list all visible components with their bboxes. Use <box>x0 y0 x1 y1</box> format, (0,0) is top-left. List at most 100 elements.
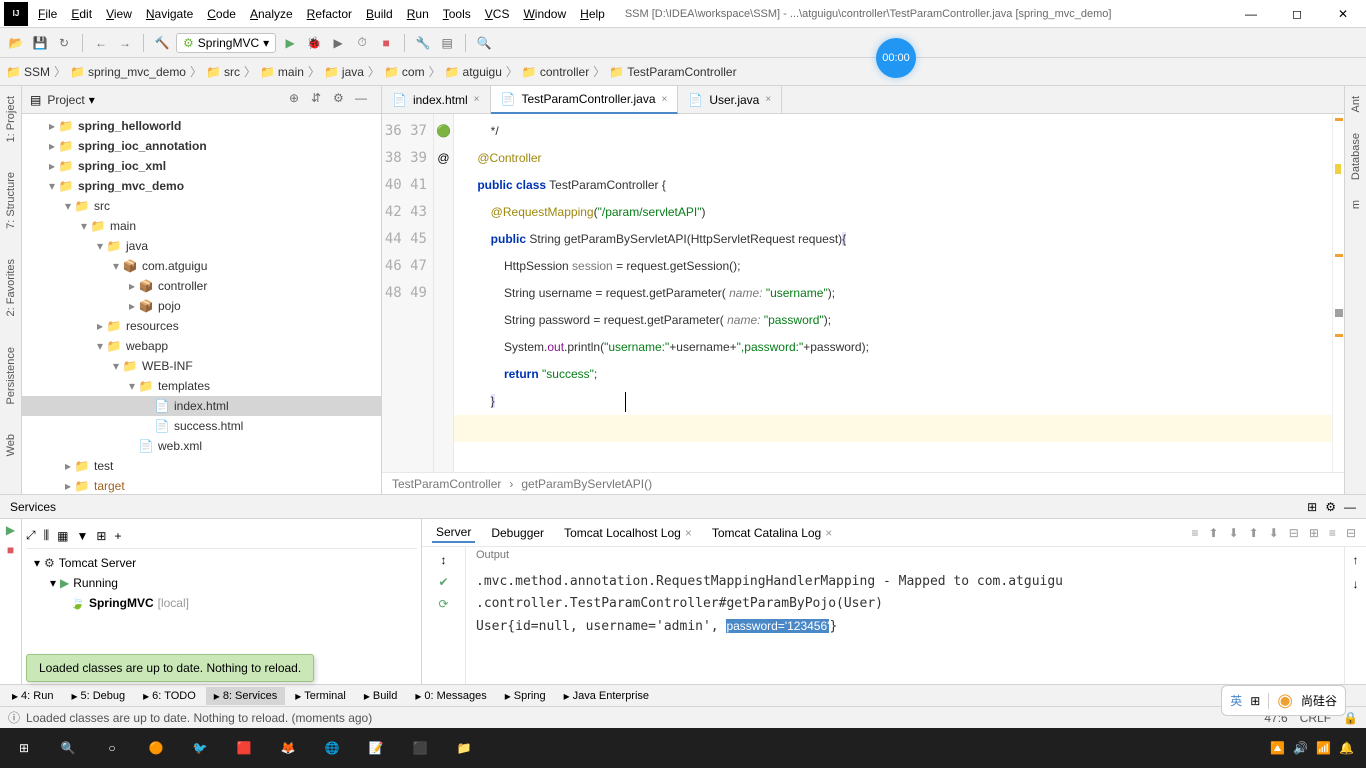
tool-tab[interactable]: Web <box>5 434 17 456</box>
menu-build[interactable]: Build <box>360 5 399 23</box>
layout-icon[interactable]: ⊞ <box>96 529 106 543</box>
editor-tabs[interactable]: 📄index.html×📄TestParamController.java×📄U… <box>382 86 1344 114</box>
bottom-tab[interactable]: ▸5: Debug <box>63 687 133 705</box>
bottom-tab[interactable]: ▸Terminal <box>287 687 354 705</box>
tree-node[interactable]: ▾📁templates <box>22 376 381 396</box>
reload-icon[interactable]: ⟳ <box>438 597 448 611</box>
toolbar-icon[interactable]: ⬇ <box>1269 526 1279 540</box>
nav-item[interactable]: 📁atguigu <box>445 65 502 79</box>
nav-item[interactable]: 📁controller <box>522 65 589 79</box>
tool-tab[interactable]: m <box>1350 200 1362 209</box>
firefox-icon[interactable]: 🦊 <box>268 728 308 768</box>
bottom-tool-tabs[interactable]: ▸4: Run▸5: Debug▸6: TODO▸8: Services▸Ter… <box>0 684 1366 706</box>
close-button[interactable]: ✕ <box>1320 0 1366 28</box>
tool-tab[interactable]: 1: Project <box>5 96 17 142</box>
tree-node[interactable]: ▾📁WEB-INF <box>22 356 381 376</box>
console-output[interactable]: .mvc.method.annotation.RequestMappingHan… <box>466 567 1344 684</box>
gear-icon[interactable]: ⊞ <box>1307 500 1317 514</box>
line-gutter[interactable]: 36 37 38 39 40 41 42 43 44 45 46 47 48 4… <box>382 114 434 472</box>
run-icon[interactable]: ▶ <box>280 33 300 53</box>
app-icon[interactable]: 🟠 <box>136 728 176 768</box>
run-config-selector[interactable]: ⚙ SpringMVC ▾ <box>176 33 276 53</box>
run-icon[interactable]: ▶ <box>6 523 15 537</box>
nav-item[interactable]: 📁SSM <box>6 65 50 79</box>
minimize-button[interactable]: — <box>1228 0 1274 28</box>
editor-breadcrumb[interactable]: TestParamController › getParamByServletA… <box>382 472 1344 494</box>
nav-item[interactable]: 📁spring_mvc_demo <box>70 65 186 79</box>
tree-node[interactable]: ▾📦com.atguigu <box>22 256 381 276</box>
app-icon[interactable]: 📝 <box>356 728 396 768</box>
code-editor[interactable]: */ @Controller public class TestParamCon… <box>454 114 1332 472</box>
tree-node[interactable]: ▾📁spring_mvc_demo <box>22 176 381 196</box>
tree-node[interactable]: ▸📦controller <box>22 276 381 296</box>
hide-icon[interactable]: — <box>1344 500 1356 514</box>
tree-node[interactable]: ▾📁main <box>22 216 381 236</box>
menu-vcs[interactable]: VCS <box>479 5 516 23</box>
menu-code[interactable]: Code <box>201 5 242 23</box>
toolbar-icon[interactable]: ≡ <box>1192 526 1199 540</box>
nav-item[interactable]: 📁main <box>260 65 304 79</box>
nav-item[interactable]: 📁java <box>324 65 364 79</box>
nav-breadcrumb[interactable]: 📁SSM〉📁spring_mvc_demo〉📁src〉📁main〉📁java〉📁… <box>0 58 1366 86</box>
up-arrow-icon[interactable]: ↑ <box>1353 553 1359 567</box>
bottom-tab[interactable]: ▸4: Run <box>4 687 61 705</box>
tree-node[interactable]: 📄index.html <box>22 396 381 416</box>
toolbar-icon[interactable]: ⊟ <box>1346 526 1356 540</box>
stop-icon[interactable]: ■ <box>376 33 396 53</box>
cortana-icon[interactable]: ○ <box>92 728 132 768</box>
project-panel-title[interactable]: Project <box>47 93 84 107</box>
down-arrow-icon[interactable]: ↓ <box>1353 577 1359 591</box>
wrench-icon[interactable]: 🔧 <box>413 33 433 53</box>
menu-run[interactable]: Run <box>401 5 435 23</box>
nav-item[interactable]: 📁TestParamController <box>609 65 736 79</box>
tree-node[interactable]: ▸📁spring_helloworld <box>22 116 381 136</box>
add-icon[interactable]: + <box>114 529 121 543</box>
tool-tab[interactable]: Persistence <box>5 347 17 404</box>
tree-node[interactable]: ▾📁java <box>22 236 381 256</box>
menubar[interactable]: FileEditViewNavigateCodeAnalyzeRefactorB… <box>32 5 611 23</box>
sync-icon[interactable]: ↻ <box>54 33 74 53</box>
menu-window[interactable]: Window <box>517 5 572 23</box>
tree-node[interactable]: ▸📁test <box>22 456 381 476</box>
tree-node[interactable]: ▸📁spring_ioc_xml <box>22 156 381 176</box>
service-tab[interactable]: Debugger <box>487 524 548 542</box>
windows-taskbar[interactable]: ⊞ 🔍 ○ 🟠 🐦 🟥 🦊 🌐 📝 ⬛ 📁 🔼🔊📶🔔 <box>0 728 1366 768</box>
menu-help[interactable]: Help <box>574 5 611 23</box>
left-tool-rail[interactable]: 1: Project7: Structure2: FavoritesPersis… <box>0 86 22 494</box>
bottom-tab[interactable]: ▸8: Services <box>206 687 285 705</box>
editor-tab[interactable]: 📄User.java× <box>678 86 782 113</box>
bottom-tab[interactable]: ▸Spring <box>497 687 554 705</box>
group-icon[interactable]: ▦ <box>57 529 68 543</box>
menu-analyze[interactable]: Analyze <box>244 5 299 23</box>
bottom-tab[interactable]: ▸Java Enterprise <box>556 687 657 705</box>
gear-icon[interactable]: ⚙ <box>333 91 351 109</box>
toolbar-icon[interactable]: ≡ <box>1329 526 1336 540</box>
menu-refactor[interactable]: Refactor <box>301 5 358 23</box>
toolbar-icon[interactable]: ⬆ <box>1249 526 1259 540</box>
bottom-tab[interactable]: ▸6: TODO <box>135 687 204 705</box>
nav-item[interactable]: 📁com <box>384 65 425 79</box>
stop-icon[interactable]: ■ <box>7 543 14 557</box>
hide-icon[interactable]: — <box>355 91 373 109</box>
open-icon[interactable]: 📂 <box>6 33 26 53</box>
menu-file[interactable]: File <box>32 5 63 23</box>
breadcrumb-method[interactable]: getParamByServletAPI() <box>521 477 652 491</box>
explorer-icon[interactable]: 📁 <box>444 728 484 768</box>
tree-node[interactable]: ▾📁src <box>22 196 381 216</box>
filter-icon[interactable]: ⫼ <box>44 528 50 543</box>
search-icon[interactable]: 🔍 <box>474 33 494 53</box>
breadcrumb-class[interactable]: TestParamController <box>392 477 501 491</box>
structure-icon[interactable]: ▤ <box>437 33 457 53</box>
service-node[interactable]: ▾▶Running <box>26 573 417 593</box>
tree-node[interactable]: 📄success.html <box>22 416 381 436</box>
collapse-icon[interactable]: ⇵ <box>311 91 329 109</box>
right-tool-rail[interactable]: AntDatabasem <box>1344 86 1366 494</box>
service-tab[interactable]: Tomcat Catalina Log× <box>708 524 836 542</box>
toolbar-icon[interactable]: ⊞ <box>1309 526 1319 540</box>
tree-node[interactable]: ▸📁spring_ioc_annotation <box>22 136 381 156</box>
tree-node[interactable]: ▸📦pojo <box>22 296 381 316</box>
toolbar-icon[interactable]: ⬆ <box>1209 526 1219 540</box>
service-tab[interactable]: Tomcat Localhost Log× <box>560 524 696 542</box>
maximize-button[interactable]: ◻ <box>1274 0 1320 28</box>
forward-icon[interactable]: → <box>115 33 135 53</box>
